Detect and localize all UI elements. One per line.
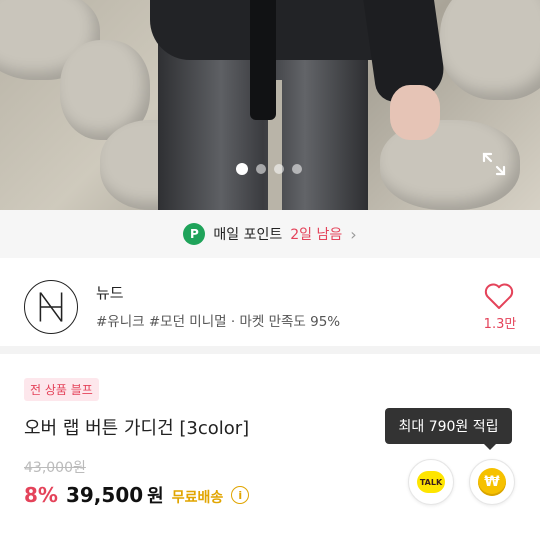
points-days-left: 2일 남음 xyxy=(290,227,343,243)
reward-tooltip: 최대 790원 적립 xyxy=(385,408,512,444)
won-coin-icon: ₩ xyxy=(478,468,506,496)
model-hand xyxy=(390,85,440,140)
like-count: 1.3만 xyxy=(483,317,517,332)
model-figure xyxy=(150,0,430,210)
free-shipping-label: 무료배송 xyxy=(171,490,224,506)
store-name[interactable]: 뉴드 xyxy=(96,282,124,303)
original-price: 43,000원 xyxy=(24,460,86,476)
store-tags: #유니크 #모던 미니멀 · 마켓 만족도 95% xyxy=(96,314,341,330)
sale-price: 39,500 xyxy=(65,483,144,507)
expand-icon[interactable] xyxy=(480,150,508,178)
kakao-talk-icon: TALK xyxy=(417,471,445,493)
heart-icon[interactable] xyxy=(484,282,514,310)
daily-points-banner[interactable]: P 매일 포인트 2일 남음 › xyxy=(0,210,540,258)
price-row: 8% 39,500 원 무료배송 i xyxy=(24,482,250,508)
points-label: 매일 포인트 xyxy=(213,227,283,243)
chevron-right-icon: › xyxy=(350,224,357,244)
carousel-indicator xyxy=(236,163,302,175)
store-logo[interactable] xyxy=(24,280,78,334)
product-image-carousel[interactable] xyxy=(0,0,540,210)
promo-badge: 전 상품 블프 xyxy=(24,378,99,401)
carousel-dot[interactable] xyxy=(292,164,302,174)
product-title: 오버 랩 버튼 가디건 [3color] xyxy=(24,418,250,439)
store-section: 뉴드 #유니크 #모던 미니멀 · 마켓 만족도 95% xyxy=(0,258,540,354)
point-reward-button[interactable]: ₩ xyxy=(469,459,515,505)
carousel-dot[interactable] xyxy=(256,164,266,174)
discount-rate: 8% xyxy=(24,483,58,507)
points-icon: P xyxy=(183,223,206,245)
carousel-dot[interactable] xyxy=(274,164,284,174)
info-icon[interactable]: i xyxy=(231,486,250,504)
background-rock xyxy=(440,0,540,100)
kakao-talk-button[interactable]: TALK xyxy=(408,459,454,505)
tooltip-arrow xyxy=(484,444,496,450)
carousel-dot-active[interactable] xyxy=(236,163,248,175)
currency-unit: 원 xyxy=(147,486,164,507)
